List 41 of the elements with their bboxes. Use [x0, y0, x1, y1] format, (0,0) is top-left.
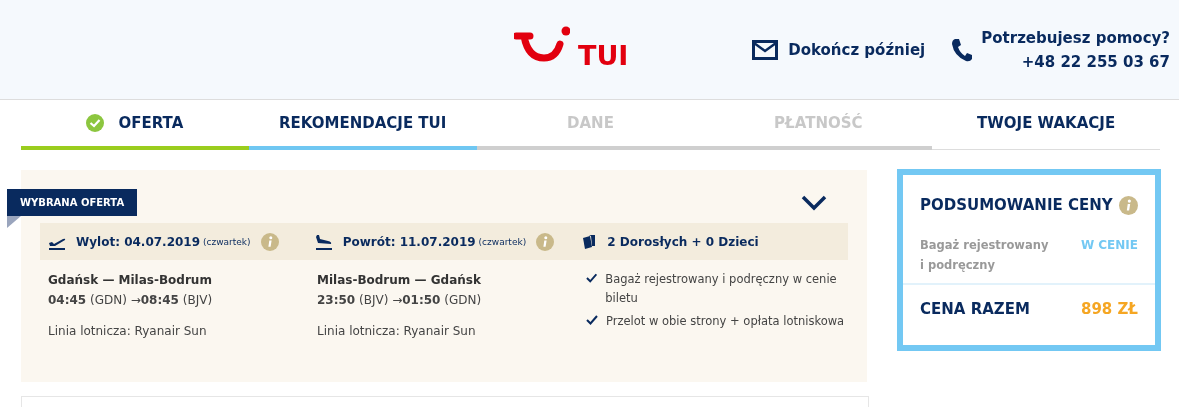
chevron-down-icon[interactable]: [801, 195, 827, 211]
envelope-icon: [752, 39, 779, 60]
check-circle-icon: [86, 114, 105, 132]
weekday: (czwartek): [478, 236, 527, 247]
summary-title: PODSUMOWANIE CENY: [920, 196, 1113, 214]
phone-number-link[interactable]: +48 22 255 03 67: [1021, 52, 1170, 71]
flight-date: Wylot: 04.07.2019: [76, 234, 201, 249]
flight-times: 04:45 (GDN) →08:45 (BJV): [48, 292, 214, 309]
included-item: Przelot w obie strony + opłata lotniskowa: [606, 313, 845, 330]
info-icon[interactable]: [1119, 195, 1138, 215]
total-price: 898 ZŁ: [1080, 300, 1138, 318]
step-label: TWOJE WAKACJE: [977, 114, 1116, 132]
airline-text: Linia lotnicza: Ryanair Sun: [48, 324, 208, 338]
plane-landing-icon: [314, 233, 333, 250]
flight-times: 23:50 (BJV) →01:50 (GDN): [317, 292, 483, 309]
flight-date: Powrót: 11.07.2019: [342, 234, 476, 249]
total-label: CENA RAZEM: [920, 300, 1030, 318]
checkmark-icon: [586, 315, 598, 325]
tickets-icon: [581, 233, 598, 250]
flight-route: Gdańsk — Milas-Bodrum: [48, 272, 213, 289]
info-icon[interactable]: [260, 232, 279, 251]
brand-logo: TUI: [578, 42, 629, 70]
help-title: Potrzebujesz pomocy?: [981, 28, 1170, 47]
save-later-link[interactable]: Dokończ później: [752, 39, 926, 60]
offer-badge: WYBRANA OFERTA: [7, 189, 138, 216]
summary-item-value: W CENIE: [1080, 237, 1138, 254]
step-label: OFERTA: [118, 114, 184, 132]
included-item: Bagaż rejestrowany i podręczny w cenie biletu: [605, 271, 838, 307]
flight-route: Milas-Bodrum — Gdańsk: [317, 272, 482, 289]
checkmark-icon: [586, 273, 598, 283]
passenger-count: 2 Dorosłych + 0 Dzieci: [607, 234, 759, 249]
summary-item-label: Bagaż rejestrowany i podręczny: [920, 237, 1050, 274]
airline-text: Linia lotnicza: Ryanair Sun: [317, 324, 477, 338]
info-icon[interactable]: [536, 232, 555, 251]
progress-step[interactable]: REKOMENDACJE TUI: [248, 100, 477, 150]
ribbon-fold: [7, 216, 21, 228]
progress-step[interactable]: TWOJE WAKACJE: [932, 100, 1160, 150]
progress-step[interactable]: OFERTA: [21, 100, 249, 150]
phone-icon: [951, 37, 974, 62]
step-label: REKOMENDACJE TUI: [279, 114, 447, 132]
weekday: (czwartek): [203, 236, 251, 247]
